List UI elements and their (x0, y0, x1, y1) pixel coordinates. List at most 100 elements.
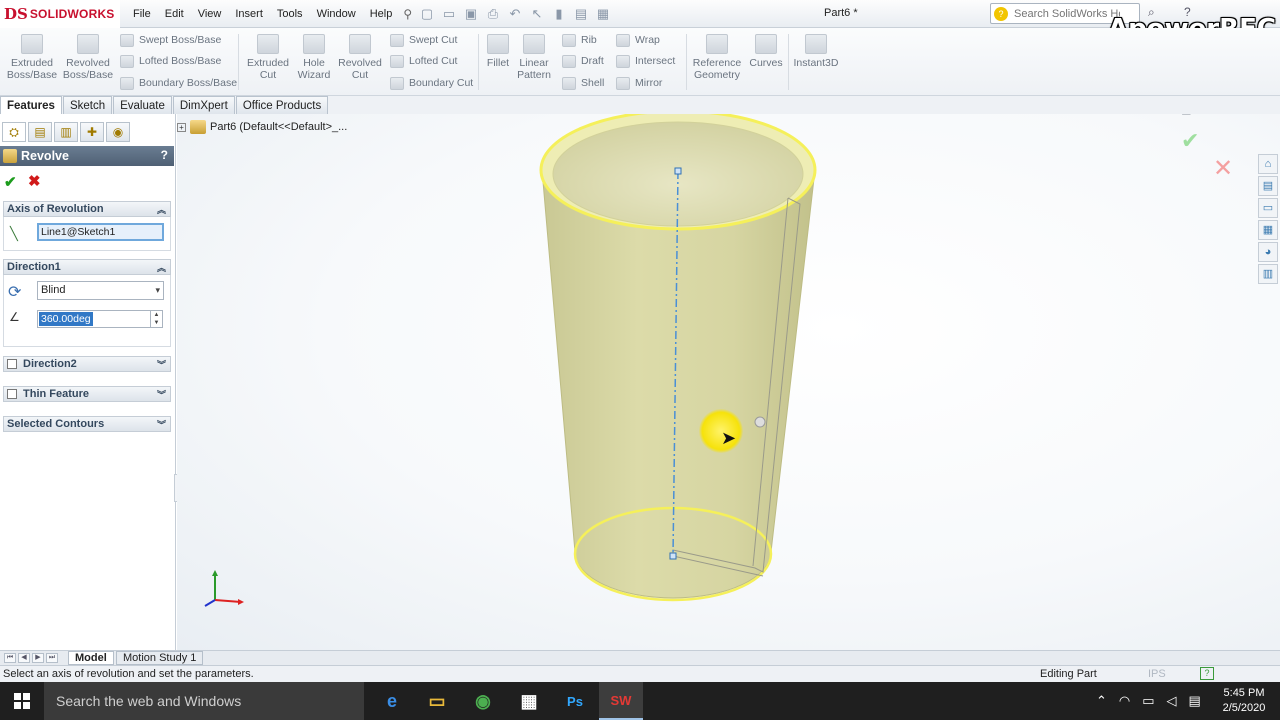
confirmation-ok-icon[interactable]: ✔ (1181, 128, 1199, 154)
solidworks-resources-icon[interactable]: ⌂ (1258, 154, 1278, 174)
zoom-to-fit-icon[interactable]: ⊕ (595, 114, 611, 116)
configuration-manager-tab-icon[interactable]: ▥ (54, 122, 78, 142)
tile-icon[interactable]: ▣ (1181, 114, 1191, 116)
ok-check-icon[interactable]: ✔ (4, 173, 17, 191)
linear-pattern-button[interactable]: Linear Pattern (510, 34, 558, 81)
tray-overflow-icon[interactable]: ⌃ (1096, 693, 1107, 709)
photoshop-icon[interactable]: Ps (553, 682, 597, 720)
menu-file[interactable]: File (126, 8, 158, 20)
quick-tips-icon[interactable]: ? (1200, 667, 1214, 680)
intersect-button[interactable]: Intersect (616, 53, 675, 69)
status-units[interactable]: IPS (1148, 668, 1166, 680)
solidworks-logo[interactable]: DS SOLIDWORKS (0, 0, 120, 28)
chrome-browser-icon[interactable]: ◉ (461, 682, 505, 720)
direction1-group[interactable]: Direction1 ︽ (3, 259, 171, 275)
collapse-chevron-icon[interactable]: ︽ (157, 203, 166, 216)
revolve-preview-model[interactable] (177, 114, 1280, 650)
split-icon[interactable]: ⊟ (1202, 114, 1211, 116)
view-settings-icon[interactable]: ▣ (775, 114, 791, 116)
last-tab-icon[interactable]: ⏭ (46, 653, 58, 663)
extruded-cut-button[interactable]: Extruded Cut (242, 34, 294, 81)
direction2-group[interactable]: Direction2 ︾ (3, 356, 171, 372)
menu-window[interactable]: Window (310, 8, 363, 20)
tab-evaluate[interactable]: Evaluate (113, 96, 172, 114)
confirmation-cancel-icon[interactable]: ✕ (1213, 154, 1233, 183)
hole-wizard-button[interactable]: Hole Wizard (288, 34, 340, 81)
menu-help[interactable]: Help (363, 8, 400, 20)
rib-button[interactable]: Rib (562, 32, 597, 48)
edge-browser-icon[interactable]: e (370, 682, 414, 720)
tab-sketch[interactable]: Sketch (62, 96, 113, 114)
edit-appearance-icon[interactable]: ● (735, 114, 751, 116)
new-icon[interactable]: ▢ (418, 4, 436, 22)
thin-feature-group[interactable]: Thin Feature ︾ (3, 386, 171, 402)
taskbar-clock[interactable]: 5:45 PM 2/5/2020 (1216, 686, 1272, 716)
reverse-direction-icon[interactable]: ⟳ (8, 282, 28, 302)
menu-view[interactable]: View (191, 8, 229, 20)
print-icon[interactable]: ⎙ (484, 4, 502, 22)
tab-motion-study-1[interactable]: Motion Study 1 (116, 651, 204, 665)
start-button[interactable] (0, 682, 44, 720)
menu-insert[interactable]: Insert (228, 8, 270, 20)
curves-button[interactable]: Curves (746, 34, 786, 69)
taskbar-search-box[interactable]: Search the web and Windows (44, 682, 364, 720)
view-palette-icon[interactable]: ▦ (1258, 220, 1278, 240)
thin-feature-checkbox[interactable] (7, 389, 17, 399)
view-orientation-icon[interactable]: ◩ (675, 114, 691, 116)
direction2-checkbox[interactable] (7, 359, 17, 369)
rebuild-icon[interactable]: ▮ (550, 4, 568, 22)
custom-properties-icon[interactable]: ▥ (1258, 264, 1278, 284)
solidworks-taskbar-icon[interactable]: SW (599, 682, 643, 720)
boundary-cut-button[interactable]: Boundary Cut (390, 75, 473, 91)
next-tab-icon[interactable]: ▶ (32, 653, 44, 663)
wrap-button[interactable]: Wrap (616, 32, 660, 48)
file-explorer-icon[interactable]: ▭ (415, 682, 459, 720)
lofted-boss-button[interactable]: Lofted Boss/Base (120, 53, 221, 69)
tab-dimxpert[interactable]: DimXpert (172, 96, 235, 114)
shell-button[interactable]: Shell (562, 75, 604, 91)
graphics-area[interactable]: + Part6 (Default<<Default>_... ⊕ ⊙ ⇆ ◧ ◩… (177, 114, 1280, 650)
expand-chevron-icon[interactable]: ︾ (157, 418, 166, 431)
swept-cut-button[interactable]: Swept Cut (390, 32, 457, 48)
cancel-x-icon[interactable]: ✖ (28, 172, 41, 190)
file-explorer-icon[interactable]: ▭ (1258, 198, 1278, 218)
boundary-boss-button[interactable]: Boundary Boss/Base (120, 75, 237, 91)
display-manager-tab-icon[interactable]: ◉ (106, 122, 130, 142)
spinner-icon[interactable]: ▲ ▼ (150, 311, 162, 327)
revolve-angle-field[interactable]: 360.00deg ▲ ▼ (37, 310, 163, 328)
notifications-icon[interactable]: ▤ (1189, 693, 1201, 709)
menu-tools[interactable]: Tools (270, 8, 310, 20)
tab-features[interactable]: Features (0, 96, 62, 114)
file-properties-icon[interactable]: ▤ (572, 4, 590, 22)
tree-expand-icon[interactable]: + (177, 122, 186, 132)
network-icon[interactable]: ◠ (1119, 693, 1130, 709)
previous-view-icon[interactable]: ⇆ (635, 114, 651, 116)
mirror-button[interactable]: Mirror (616, 75, 662, 91)
selected-contours-group[interactable]: Selected Contours ︾ (3, 416, 171, 432)
expand-chevron-icon[interactable]: ︾ (157, 388, 166, 401)
minimize-icon[interactable]: – (1221, 114, 1227, 116)
direction1-type-select[interactable]: Blind ▾ (37, 281, 164, 300)
axis-of-revolution-group[interactable]: Axis of Revolution ︽ (3, 201, 171, 217)
draft-button[interactable]: Draft (562, 53, 604, 69)
options-icon[interactable]: ▦ (594, 4, 612, 22)
feature-manager-tab-icon[interactable]: ⛭ (2, 122, 26, 142)
collapse-chevron-icon[interactable]: ︽ (157, 261, 166, 274)
zoom-to-area-icon[interactable]: ⊙ (615, 114, 631, 116)
battery-icon[interactable]: ▭ (1142, 693, 1154, 709)
display-style-icon[interactable]: ◨ (695, 114, 711, 116)
section-view-icon[interactable]: ◧ (655, 114, 671, 116)
select-icon[interactable]: ↖ (528, 4, 546, 22)
open-icon[interactable]: ▭ (440, 4, 458, 22)
feature-tree-flyout[interactable]: + Part6 (Default<<Default>_... (177, 120, 347, 134)
revolved-cut-button[interactable]: Revolved Cut (334, 34, 386, 81)
apply-scene-icon[interactable]: ◆ (755, 114, 771, 116)
reference-geometry-button[interactable]: Reference Geometry (690, 34, 744, 81)
instant3d-button[interactable]: Instant3D (792, 34, 840, 69)
store-icon[interactable]: ▦ (507, 682, 551, 720)
dimxpert-manager-tab-icon[interactable]: ✚ (80, 122, 104, 142)
save-icon[interactable]: ▣ (462, 4, 480, 22)
appearances-icon[interactable]: ◕ (1258, 242, 1278, 262)
tab-model[interactable]: Model (68, 651, 114, 665)
extruded-boss-button[interactable]: Extruded Boss/Base (6, 34, 58, 81)
